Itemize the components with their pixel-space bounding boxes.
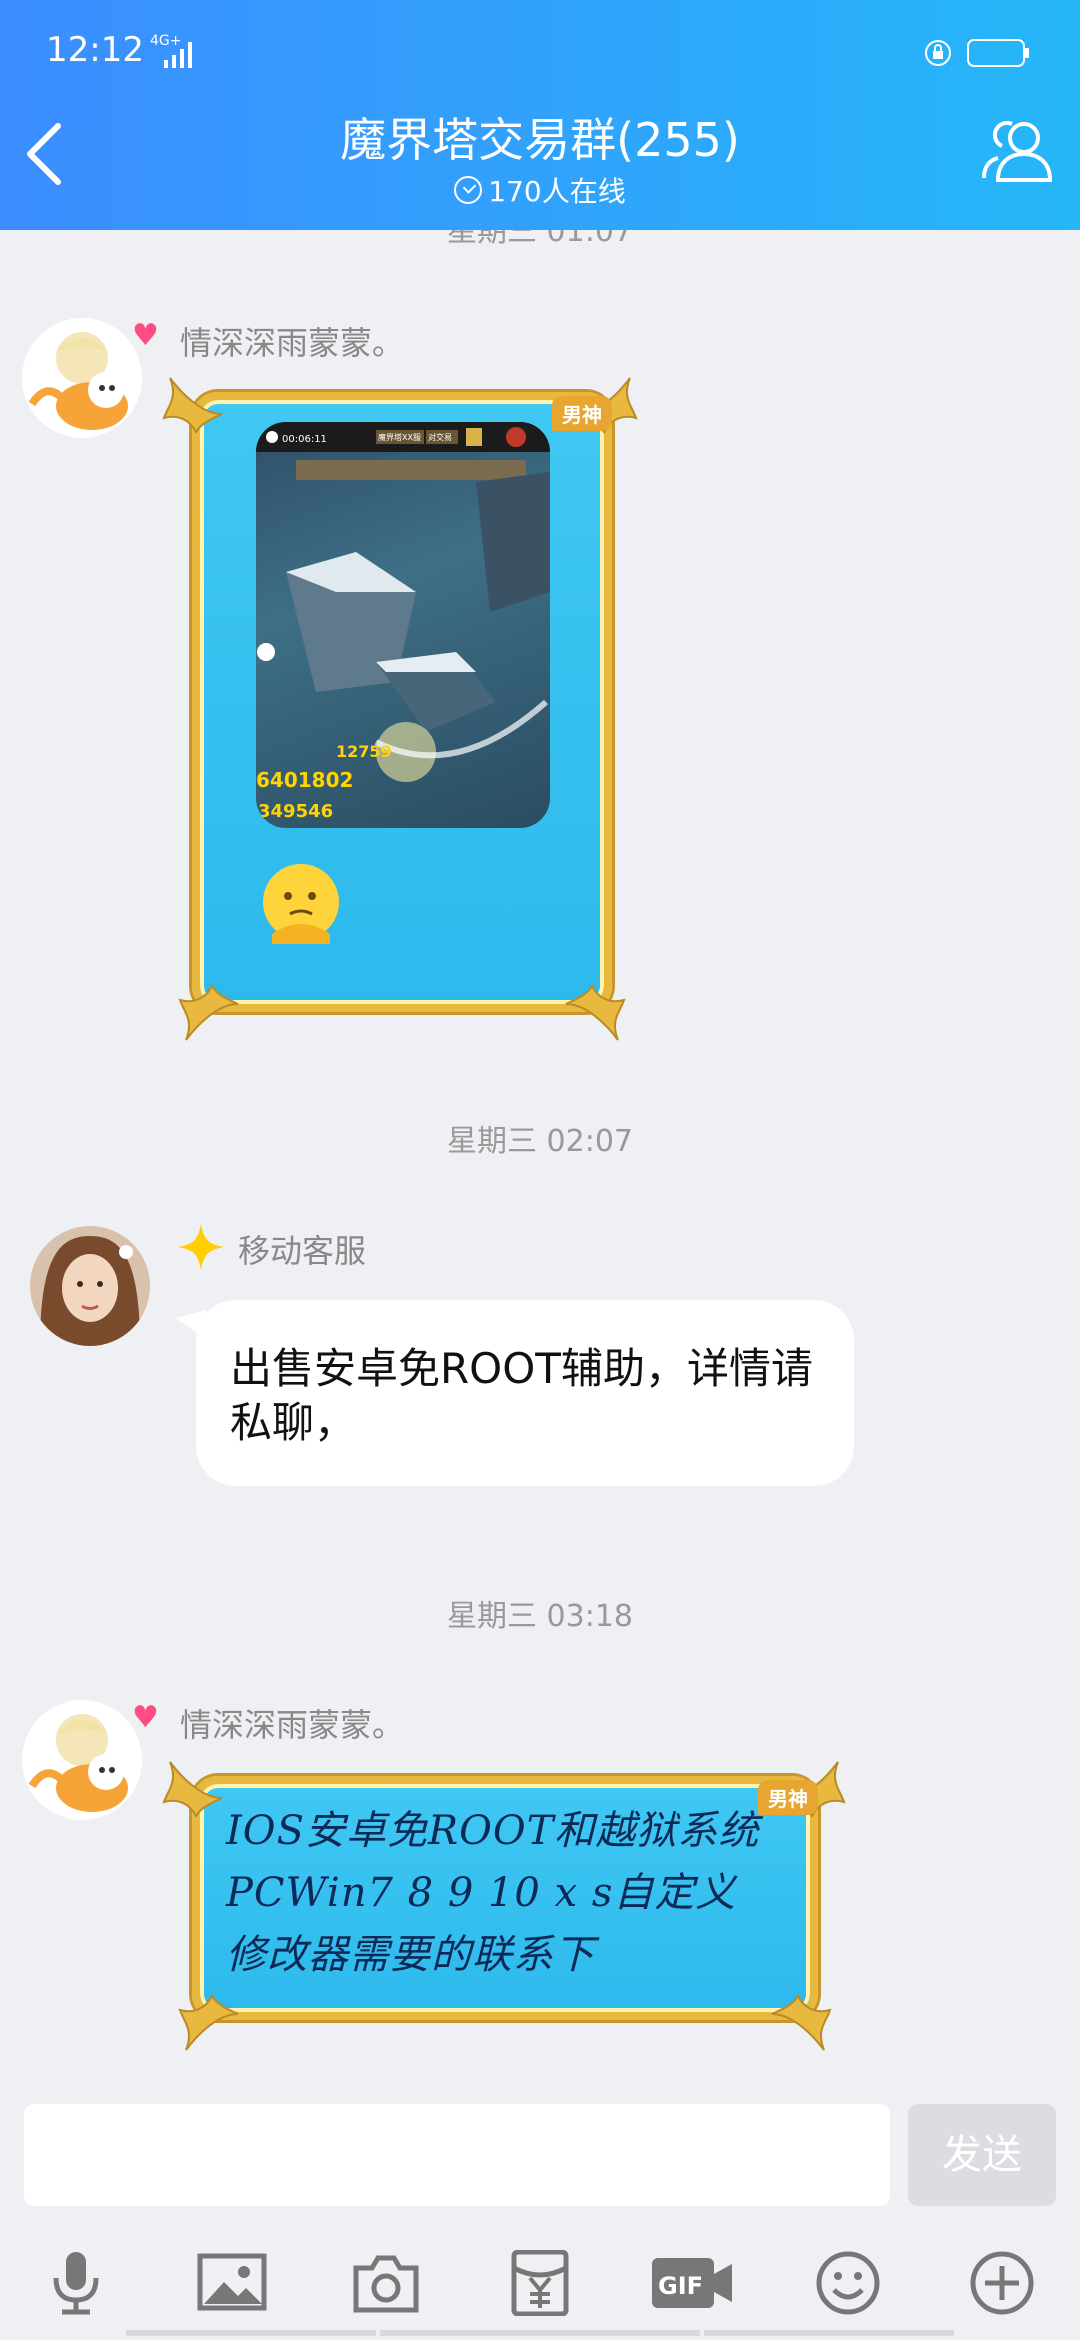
online-check-icon [454, 176, 483, 204]
cat-avatar-icon [22, 1700, 142, 1820]
microphone-icon[interactable] [40, 2250, 112, 2316]
chat-header: 12:12 4G+ 魔界塔交易群(255) 170人在线 [0, 0, 1080, 230]
red-packet-icon[interactable] [504, 2250, 576, 2316]
group-title: 魔界塔交易群(255) [340, 113, 740, 167]
sweat-smile-emoji [263, 864, 339, 944]
heart-icon: ♥ [132, 1700, 159, 1735]
status-time: 12:12 [46, 30, 144, 70]
bubble-tail [176, 1310, 206, 1340]
game-screenshot[interactable]: 00:06:11 魔界塔XX服 对交易 12759 6401802 349546 [256, 422, 550, 828]
plus-icon[interactable] [966, 2250, 1038, 2316]
wing-icon [178, 983, 239, 1041]
online-count: 170人在线 [0, 170, 1080, 210]
sender-name[interactable]: 移动客服 [238, 1226, 366, 1272]
game-tab: 对交易 [428, 432, 452, 442]
message-line: PCWin7 8 9 10 x s自定义 [226, 1870, 737, 1916]
svg-text:GIF: GIF [658, 2272, 703, 2300]
avatar[interactable] [30, 1226, 150, 1346]
timestamp: 星期三 02:07 [447, 1124, 633, 1159]
avatar[interactable] [22, 318, 142, 438]
nav-indicator [704, 2330, 954, 2336]
message-bubble[interactable]: 出售安卓免ROOT辅助，详情请私聊， [196, 1300, 854, 1486]
emoji-icon[interactable] [812, 2250, 884, 2316]
wing-icon [162, 1761, 223, 1819]
message-text: 出售安卓免ROOT辅助，详情请私聊， [230, 1344, 813, 1447]
damage-number: 6401802 [256, 768, 353, 792]
send-button[interactable]: 发送 [908, 2104, 1056, 2206]
battery-icon [925, 39, 1029, 67]
damage-number: 12759 [336, 742, 392, 761]
nav-indicator [126, 2330, 376, 2336]
title-badge: 男神 [552, 396, 612, 431]
girl-avatar-icon [30, 1226, 150, 1346]
group-members-icon[interactable] [978, 118, 1058, 188]
avatar[interactable] [22, 1700, 142, 1820]
message-input[interactable] [24, 2104, 890, 2206]
sender-name[interactable]: 情深深雨蒙蒙。 [180, 1700, 404, 1746]
image-icon[interactable] [196, 2250, 268, 2316]
damage-number: 349546 [258, 801, 333, 822]
wing-icon [771, 1993, 832, 2051]
game-timer: 00:06:11 [282, 434, 327, 445]
heart-icon: ♥ [132, 318, 159, 353]
message-line: 修改器需要的联系下 [226, 1932, 595, 1978]
timestamp: 星期三 03:18 [447, 1599, 633, 1634]
game-scene-image: 00:06:11 魔界塔XX服 对交易 12759 6401802 349546 [256, 422, 550, 822]
online-count-label: 170人在线 [488, 175, 626, 208]
fancy-message-text: IOS安卓免ROOT和越狱系统 PCWin7 8 9 10 x s自定义 修改器… [226, 1800, 796, 1986]
cat-avatar-icon [22, 318, 142, 438]
nav-indicator [380, 2330, 700, 2336]
sender-name[interactable]: 情深深雨蒙蒙。 [180, 318, 404, 364]
camera-icon[interactable] [350, 2250, 422, 2316]
wing-icon [565, 983, 626, 1041]
wing-icon [178, 1993, 239, 2051]
wing-icon [162, 377, 223, 435]
gif-icon[interactable]: GIF [650, 2250, 734, 2316]
sparkle-icon [178, 1224, 224, 1270]
signal-icon [164, 42, 192, 68]
message-line: IOS安卓免ROOT和越狱系统 [226, 1808, 760, 1854]
game-tab: 魔界塔XX服 [378, 432, 421, 442]
